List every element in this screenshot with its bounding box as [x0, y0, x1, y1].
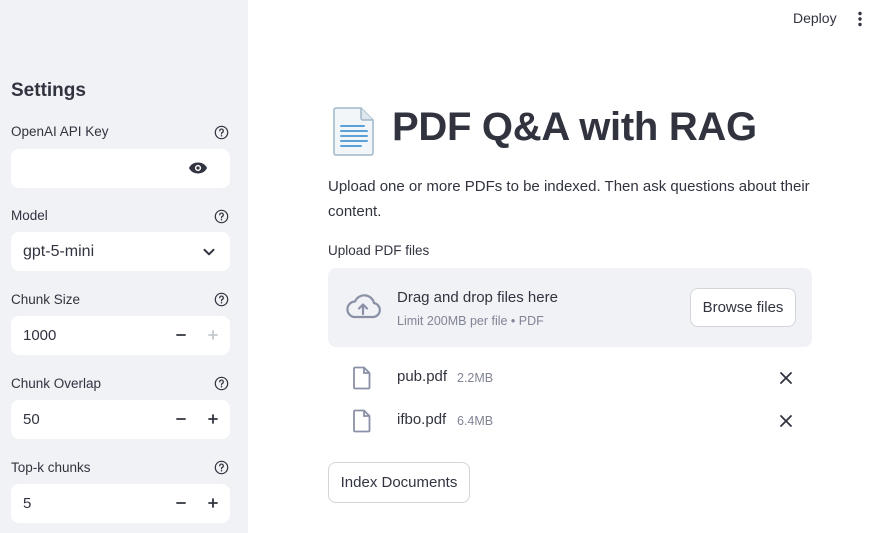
- help-icon[interactable]: [214, 460, 229, 475]
- index-documents-button[interactable]: Index Documents: [328, 462, 470, 503]
- page-facing-up-emoji: [333, 107, 374, 156]
- file-name: pub.pdf: [397, 368, 448, 385]
- chevron-down-icon[interactable]: [202, 245, 216, 259]
- intro-text: Upload one or more PDFs to be indexed. T…: [328, 178, 810, 220]
- decrement-button[interactable]: [172, 410, 190, 428]
- deploy-button[interactable]: Deploy: [793, 10, 837, 26]
- file-size: 6.4MB: [457, 414, 494, 428]
- sidebar: Settings OpenAI API Key Model gpt-5-mini…: [0, 0, 248, 533]
- cloud-upload-icon: [346, 294, 381, 319]
- dropzone-instructions: Drag and drop files here: [397, 289, 558, 306]
- file-icon: [353, 409, 371, 433]
- top-k-label: Top-k chunks: [11, 460, 91, 475]
- increment-button[interactable]: [204, 494, 222, 512]
- api-key-label: OpenAI API Key: [11, 124, 109, 139]
- page-title: PDF Q&A with RAG: [392, 105, 757, 149]
- file-dropzone[interactable]: Drag and drop files here Limit 200MB per…: [328, 268, 812, 347]
- increment-button[interactable]: [204, 410, 222, 428]
- file-item: ifbo.pdf 6.4MB: [328, 403, 812, 439]
- decrement-button[interactable]: [172, 494, 190, 512]
- kebab-menu-icon[interactable]: [852, 10, 868, 28]
- chunk-size-label: Chunk Size: [11, 292, 81, 307]
- chunk-size-input[interactable]: 1000: [11, 316, 230, 355]
- file-name: ifbo.pdf: [397, 411, 447, 428]
- file-size: 2.2MB: [457, 371, 494, 385]
- top-k-input[interactable]: 5: [11, 484, 230, 523]
- model-select[interactable]: gpt-5-mini: [11, 232, 230, 271]
- chunk-overlap-value: 50: [23, 411, 40, 428]
- eye-icon[interactable]: [188, 161, 208, 175]
- close-icon[interactable]: [778, 413, 794, 429]
- file-icon: [353, 366, 371, 390]
- help-icon[interactable]: [214, 292, 229, 307]
- help-icon[interactable]: [214, 376, 229, 391]
- api-key-input[interactable]: [11, 149, 230, 188]
- model-label: Model: [11, 208, 48, 223]
- top-k-value: 5: [23, 495, 32, 512]
- file-item: pub.pdf 2.2MB: [328, 360, 812, 396]
- chunk-overlap-input[interactable]: 50: [11, 400, 230, 439]
- browse-files-button[interactable]: Browse files: [690, 288, 796, 327]
- sidebar-title: Settings: [11, 80, 86, 101]
- model-value: gpt-5-mini: [23, 243, 95, 260]
- chunk-overlap-label: Chunk Overlap: [11, 376, 102, 391]
- help-icon[interactable]: [214, 209, 229, 224]
- chunk-size-value: 1000: [23, 327, 57, 344]
- help-icon[interactable]: [214, 125, 229, 140]
- decrement-button[interactable]: [172, 326, 190, 344]
- uploader-label: Upload PDF files: [328, 243, 430, 258]
- dropzone-limit: Limit 200MB per file • PDF: [397, 314, 544, 328]
- increment-button[interactable]: [204, 326, 222, 344]
- close-icon[interactable]: [778, 370, 794, 386]
